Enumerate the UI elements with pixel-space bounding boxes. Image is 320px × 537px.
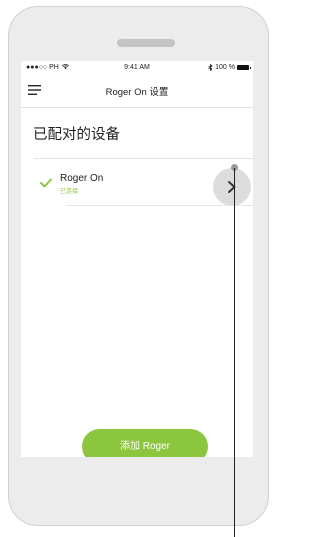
callout-line (234, 168, 235, 537)
phone-speaker (117, 39, 175, 47)
chevron-right-icon (228, 181, 236, 193)
device-name: Roger On (60, 173, 104, 184)
add-roger-button[interactable]: 添加 Roger (82, 429, 208, 457)
status-right: 100 % (208, 64, 251, 71)
check-icon (40, 178, 52, 188)
battery-percent: 100 % (215, 64, 235, 71)
paired-device-row[interactable]: Roger On 已连接 (21, 161, 253, 206)
nav-title: Roger On 设置 (105, 87, 169, 98)
nav-bar: Roger On 设置 (21, 75, 253, 108)
divider (66, 205, 253, 206)
battery-icon (237, 65, 251, 70)
device-details-button[interactable] (213, 168, 251, 206)
app-screen: ●●●○○ PH 9:41 AM 100 % Roger On 设置 已配对的设… (21, 61, 253, 457)
status-bar: ●●●○○ PH 9:41 AM 100 % (21, 61, 253, 75)
divider (34, 158, 253, 159)
device-status: 已连接 (60, 189, 79, 195)
page-title: 已配对的设备 (33, 127, 120, 143)
bluetooth-icon (208, 64, 213, 71)
